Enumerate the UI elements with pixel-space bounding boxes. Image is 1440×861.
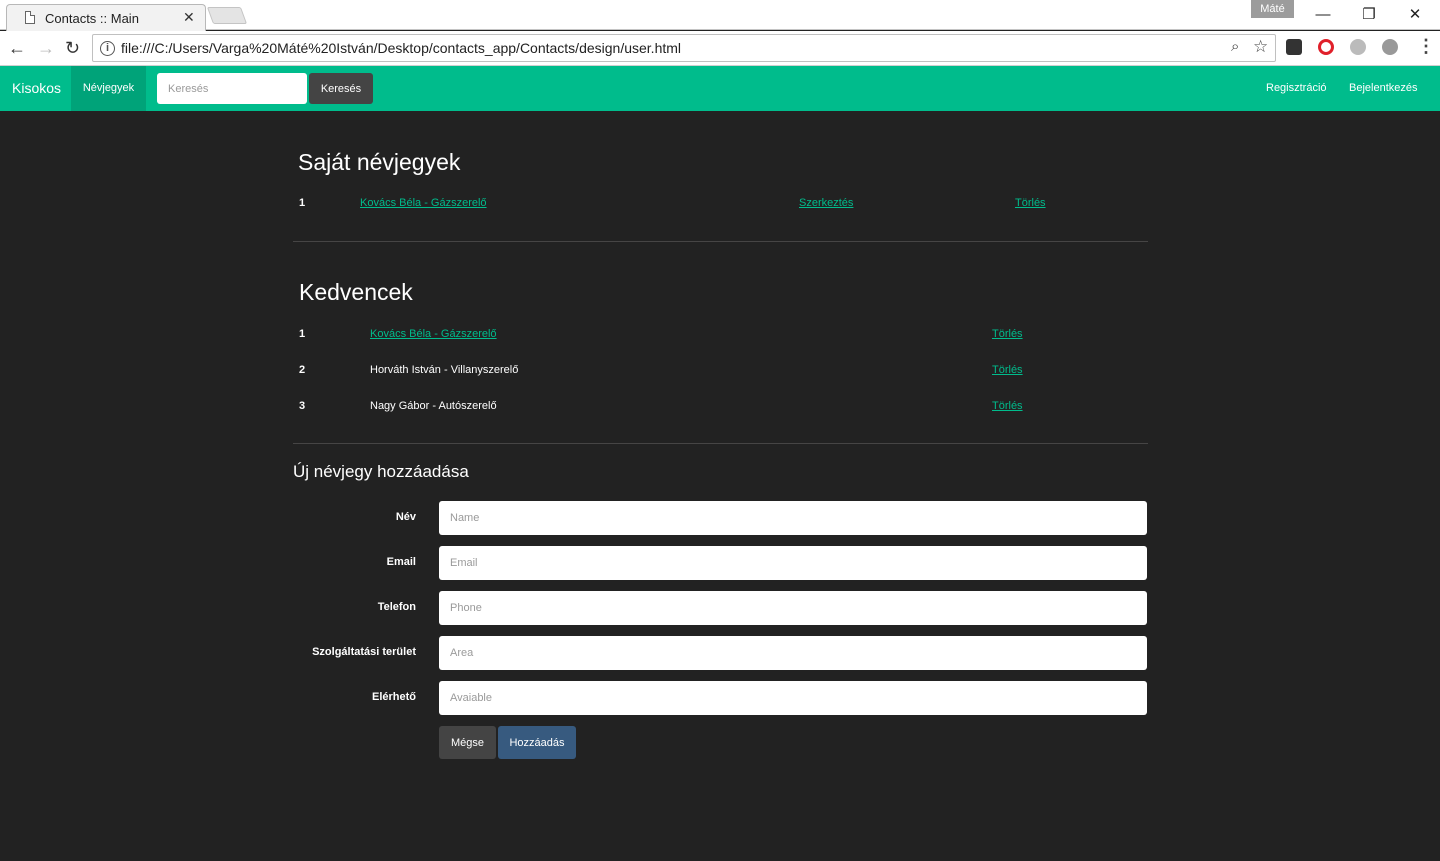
browser-tabstrip: Contacts :: Main ✕ Máté — ❐ ✕ (0, 0, 1440, 31)
navbar: Kisokos Névjegyek Keresés Regisztráció B… (0, 66, 1440, 111)
reload-icon[interactable]: ↻ (65, 37, 80, 59)
row-index: 1 (299, 197, 306, 209)
back-arrow-icon[interactable]: ← (8, 37, 26, 59)
browser-toolbar: ← → ↻ i file:///C:/Users/Varga%20Máté%20… (0, 31, 1440, 66)
restore-icon[interactable]: ❐ (1346, 4, 1392, 26)
opera-icon[interactable] (1318, 39, 1334, 55)
area-field[interactable] (439, 636, 1147, 670)
contact-link[interactable]: Kovács Béla - Gázszerelő (370, 328, 497, 340)
register-link[interactable]: Regisztráció (1266, 66, 1327, 111)
favorites-title: Kedvencek (299, 279, 413, 305)
address-bar[interactable]: i file:///C:/Users/Varga%20Máté%20István… (92, 34, 1276, 62)
divider (293, 241, 1148, 242)
phone-label: Telefon (377, 601, 416, 613)
search-input[interactable] (157, 73, 307, 104)
phone-field[interactable] (439, 591, 1147, 625)
brand-link[interactable]: Kisokos (12, 80, 61, 96)
extension-icon[interactable] (1286, 39, 1302, 55)
own-contacts-title: Saját névjegyek (298, 149, 461, 175)
delete-link[interactable]: Törlés (992, 400, 1023, 412)
profile-button[interactable]: Máté (1251, 0, 1294, 18)
contact-name: Nagy Gábor - Autószerelő (370, 400, 497, 412)
search-button[interactable]: Keresés (309, 73, 373, 104)
area-label: Szolgáltatási terület (312, 646, 416, 658)
edit-link[interactable]: Szerkeztés (799, 197, 853, 209)
tab-title: Contacts :: Main (45, 11, 139, 26)
extension-play-icon[interactable] (1382, 39, 1398, 55)
row-index: 1 (299, 328, 306, 340)
delete-link[interactable]: Törlés (992, 328, 1023, 340)
new-contact-title: Új névjegy hozzáadása (293, 462, 469, 481)
row-index: 3 (299, 400, 306, 412)
url-text[interactable]: file:///C:/Users/Varga%20Máté%20István/D… (121, 40, 681, 56)
browser-menu-icon[interactable]: ⋮ (1417, 36, 1435, 57)
available-label: Elérhető (371, 691, 416, 703)
email-label: Email (386, 556, 416, 568)
name-field[interactable] (439, 501, 1147, 535)
divider (293, 443, 1148, 444)
minimize-icon[interactable]: — (1300, 4, 1346, 26)
row-index: 2 (299, 364, 306, 376)
bookmark-star-icon[interactable]: ☆ (1253, 37, 1268, 57)
extension-grey-icon[interactable] (1350, 39, 1366, 55)
delete-link[interactable]: Törlés (1015, 197, 1046, 209)
close-tab-icon[interactable]: ✕ (183, 9, 195, 26)
nav-item-contacts[interactable]: Névjegyek (71, 66, 146, 111)
cancel-button[interactable]: Mégse (439, 726, 496, 759)
new-tab-button[interactable] (206, 7, 248, 24)
available-field[interactable] (439, 681, 1147, 715)
add-contact-button[interactable]: Hozzáadás (498, 726, 576, 759)
name-label: Név (395, 511, 416, 523)
info-icon[interactable]: i (100, 41, 115, 56)
contact-name: Horváth István - Villanyszerelő (370, 364, 519, 376)
contact-link[interactable]: Kovács Béla - Gázszerelő (360, 197, 487, 209)
window-close-icon[interactable]: ✕ (1392, 4, 1438, 26)
forward-arrow-icon[interactable]: → (37, 37, 55, 59)
browser-tab[interactable]: Contacts :: Main ✕ (6, 4, 206, 31)
email-field[interactable] (439, 546, 1147, 580)
zoom-icon[interactable]: ⌕ (1231, 38, 1239, 55)
delete-link[interactable]: Törlés (992, 364, 1023, 376)
login-link[interactable]: Bejelentkezés (1349, 66, 1418, 111)
document-icon (25, 11, 35, 24)
